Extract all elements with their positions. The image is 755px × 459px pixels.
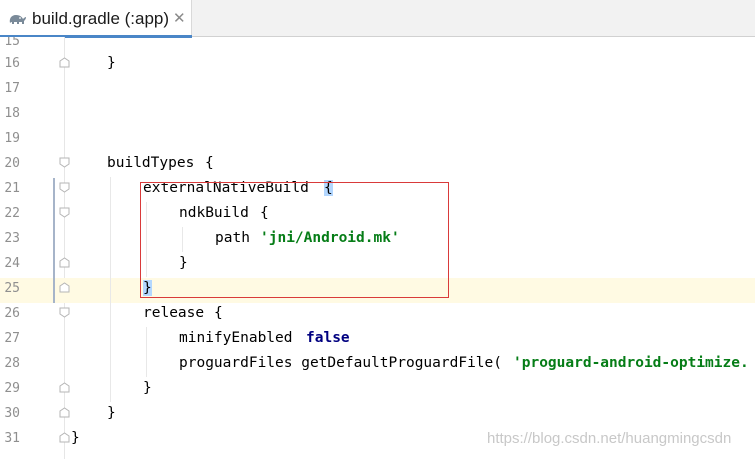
line-number: 30 <box>4 406 20 421</box>
code-line: 18 <box>0 103 755 128</box>
fold-end-icon[interactable] <box>59 407 70 418</box>
string-literal: 'proguard-android-optimize. <box>513 355 749 371</box>
line-number: 28 <box>4 356 20 371</box>
vcs-change-marker[interactable] <box>53 178 55 303</box>
keyword-false: false <box>306 330 350 346</box>
code-line: 16 } <box>0 53 755 78</box>
code-line: 26 release { <box>0 303 755 328</box>
tab-build-gradle-app[interactable]: build.gradle (:app) ✕ <box>0 0 192 38</box>
code-identifier: minifyEnabled <box>179 330 293 346</box>
fold-start-icon[interactable] <box>59 307 70 318</box>
line-number: 29 <box>4 381 20 396</box>
fold-start-icon[interactable] <box>59 207 70 218</box>
tab-title: build.gradle (:app) <box>32 9 170 28</box>
line-number: 19 <box>4 131 20 146</box>
closing-brace: } <box>71 430 80 446</box>
fold-end-icon[interactable] <box>59 257 70 268</box>
line-number: 22 <box>4 206 20 221</box>
code-line: 28 proguardFiles getDefaultProguardFile(… <box>0 353 755 378</box>
line-number: 21 <box>4 181 20 196</box>
line-number: 17 <box>4 81 20 96</box>
line-number: 16 <box>4 56 20 71</box>
fold-end-icon[interactable] <box>59 432 70 443</box>
gradle-elephant-icon <box>9 15 26 24</box>
code-line: 20 buildTypes { <box>0 153 755 178</box>
line-number: 27 <box>4 331 20 346</box>
line-number: 31 <box>4 431 20 446</box>
fold-end-icon[interactable] <box>59 57 70 68</box>
opening-brace: { <box>214 305 223 321</box>
indent-guide <box>110 177 111 402</box>
code-identifier: proguardFiles getDefaultProguardFile( <box>179 355 503 371</box>
closing-brace: } <box>107 405 116 421</box>
line-number: 26 <box>4 306 20 321</box>
fold-end-icon[interactable] <box>59 282 70 293</box>
indent-guide <box>146 327 147 377</box>
code-line: 29 } <box>0 378 755 403</box>
code-identifier: release <box>143 305 205 321</box>
code-line: 30 } <box>0 403 755 428</box>
line-number: 20 <box>4 156 20 171</box>
watermark: https://blog.csdn.net/huangmingcsdn <box>487 430 732 447</box>
fold-start-icon[interactable] <box>59 182 70 193</box>
line-number: 25 <box>4 281 20 296</box>
annotation-highlight-box <box>140 182 449 298</box>
code-line: 19 <box>0 128 755 153</box>
fold-start-icon[interactable] <box>59 157 70 168</box>
closing-brace: } <box>107 55 116 71</box>
code-line: 27 minifyEnabled false <box>0 328 755 353</box>
line-number: 23 <box>4 231 20 246</box>
fold-end-icon[interactable] <box>59 382 70 393</box>
line-number: 18 <box>4 106 20 121</box>
closing-brace: } <box>143 380 152 396</box>
opening-brace: { <box>205 155 214 171</box>
code-identifier: buildTypes <box>107 155 195 171</box>
editor-tab-bar: build.gradle (:app) ✕ <box>0 0 755 38</box>
code-line: 17 <box>0 78 755 103</box>
line-number: 24 <box>4 256 20 271</box>
line-number: 15 <box>4 37 20 49</box>
close-icon[interactable]: ✕ <box>173 9 186 27</box>
